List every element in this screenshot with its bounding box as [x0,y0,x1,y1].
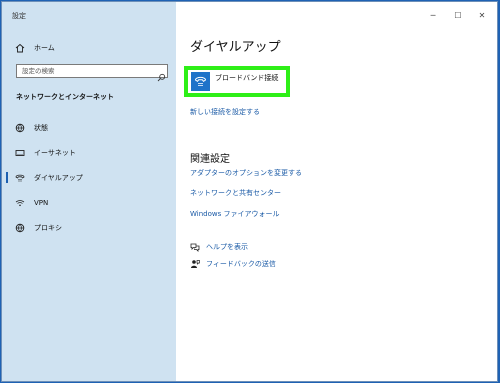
sidebar-item-vpn[interactable]: VPN [2,193,176,213]
help-label: ヘルプを表示 [206,243,248,251]
sidebar-item-label: イーサネット [34,149,76,157]
globe-icon [15,123,25,133]
sidebar-item-label: VPN [34,199,49,207]
help-icon [190,242,200,252]
feedback-icon [190,259,200,269]
sidebar-item-label: ダイヤルアップ [34,174,83,182]
sidebar-item-ethernet[interactable]: イーサネット [2,143,176,163]
search-input[interactable]: 設定の検索 [16,64,168,78]
adapter-options-link[interactable]: アダプターのオプションを変更する [190,168,302,178]
related-settings-title: 関連設定 [190,154,230,165]
page-title: ダイヤルアップ [190,40,281,55]
sidebar-item-dialup[interactable]: ダイヤルアップ [2,168,176,188]
windows-firewall-link[interactable]: Windows ファイアウォール [190,209,279,219]
home-nav-item[interactable]: ホーム [2,38,176,58]
feedback-link[interactable]: フィードバックの送信 [190,259,276,269]
main-content: ダイヤルアップ ブロードバンド接続 新しい接続を設定する 関連設定 アダプターの… [176,2,497,381]
sidebar-item-proxy[interactable]: プロキシ [2,218,176,238]
vpn-icon [15,198,25,208]
new-connection-link[interactable]: 新しい接続を設定する [190,107,260,117]
globe-icon [15,223,25,233]
connection-label: ブロードバンド接続 [215,74,279,82]
help-link[interactable]: ヘルプを表示 [190,242,248,252]
sidebar: 設定 ホーム 設定の検索 ネットワークとインターネット 状態 イーサネット ダイ… [2,2,176,381]
section-title: ネットワークとインターネット [16,93,114,101]
sidebar-item-label: プロキシ [34,224,62,232]
dialup-icon [191,72,210,91]
settings-window: 設定 ホーム 設定の検索 ネットワークとインターネット 状態 イーサネット ダイ… [2,2,497,381]
dialup-icon [15,173,25,183]
sidebar-item-label: 状態 [34,124,48,132]
app-title: 設定 [12,12,26,20]
sidebar-item-status[interactable]: 状態 [2,118,176,138]
feedback-label: フィードバックの送信 [206,260,276,268]
ethernet-icon [15,148,25,158]
home-icon [15,43,25,53]
home-label: ホーム [34,44,55,52]
network-sharing-center-link[interactable]: ネットワークと共有センター [190,188,281,198]
search-icon[interactable] [157,67,166,82]
broadband-connection-item[interactable]: ブロードバンド接続 [184,66,290,97]
